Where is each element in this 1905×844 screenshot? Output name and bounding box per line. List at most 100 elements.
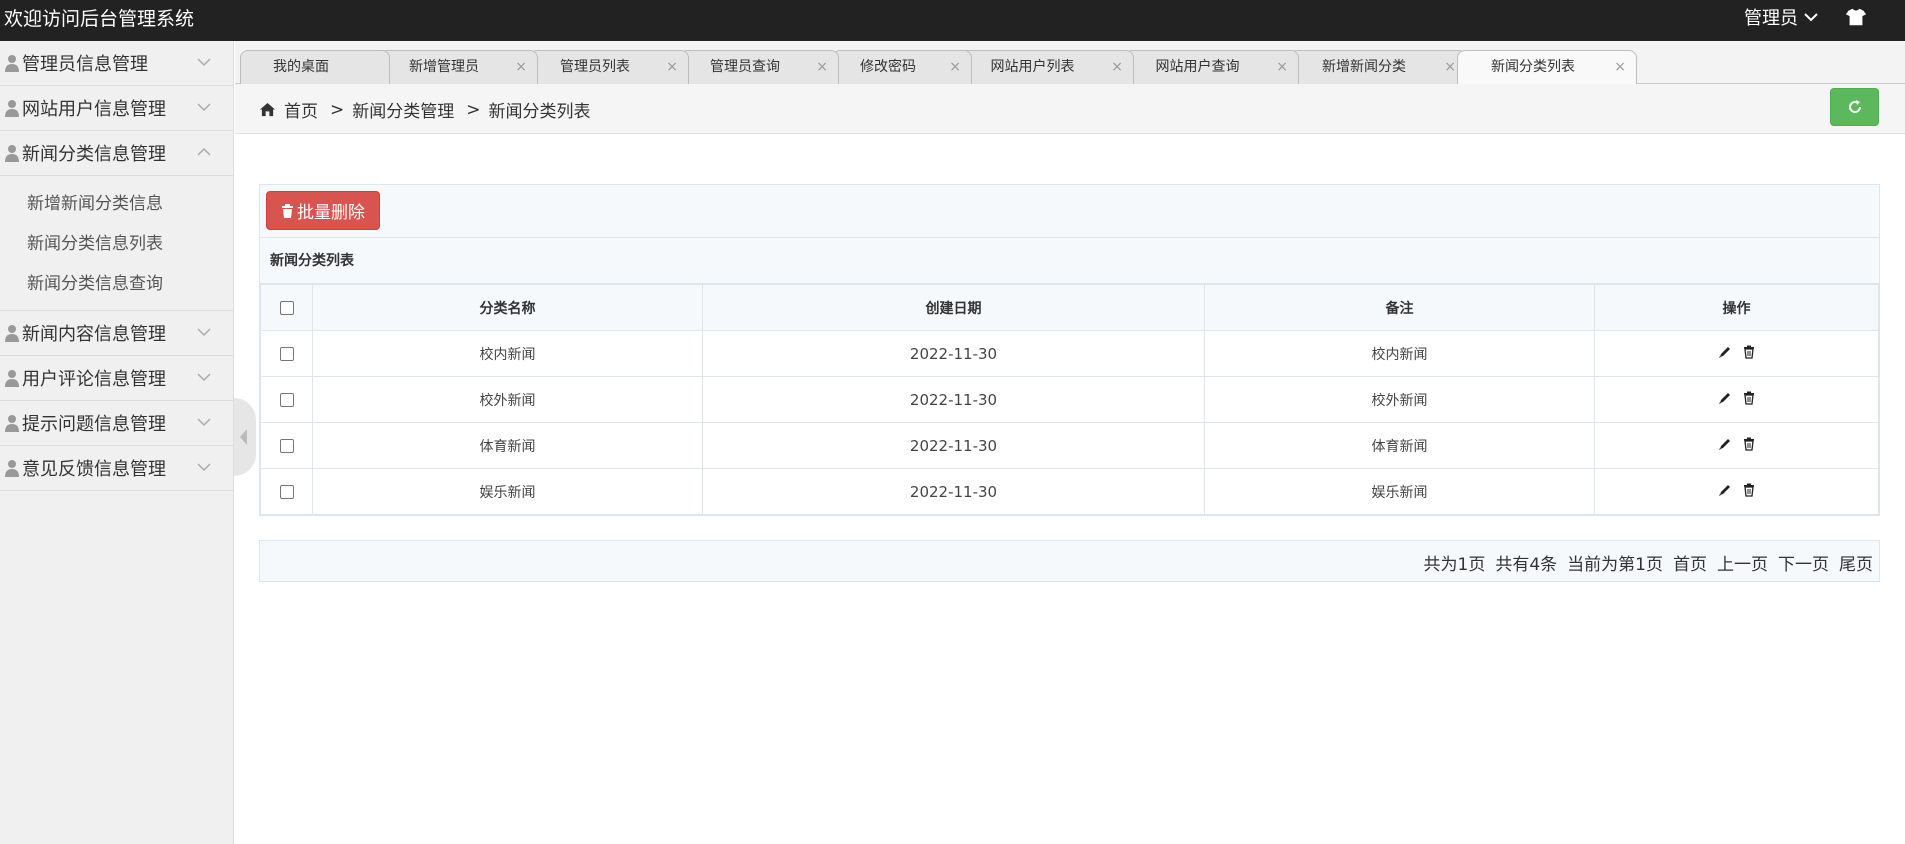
sidebar-group-label: 新闻分类信息管理	[22, 144, 166, 165]
sidebar-group-1[interactable]: 网站用户信息管理	[0, 86, 233, 131]
cell-date: 2022-11-30	[702, 468, 1205, 515]
category-list-panel: 批量删除 新闻分类列表 分类名称 创建日期 备注 操作 校内新闻 2022-11-…	[259, 184, 1880, 516]
cell-actions	[1594, 330, 1879, 377]
tab-label: 网站用户列表	[990, 59, 1075, 75]
sidebar-collapse-handle[interactable]	[234, 398, 256, 476]
breadcrumb-separator: >	[466, 99, 481, 120]
tab-label: 新闻分类列表	[1491, 59, 1575, 75]
close-icon[interactable]: ×	[666, 51, 678, 83]
cell-actions	[1594, 376, 1879, 423]
breadcrumb-row: 首页 > 新闻分类管理 > 新闻分类列表	[235, 84, 1905, 134]
sidebar-group-label: 用户评论信息管理	[22, 369, 166, 390]
close-icon[interactable]: ×	[816, 51, 828, 83]
table-row: 娱乐新闻 2022-11-30 娱乐新闻	[260, 468, 1879, 515]
shirt-icon[interactable]	[1845, 6, 1867, 28]
sidebar-group-label: 提示问题信息管理	[22, 414, 166, 435]
trash-icon[interactable]	[1742, 437, 1756, 451]
app-title: 欢迎访问后台管理系统	[4, 8, 195, 30]
table-row: 校内新闻 2022-11-30 校内新闻	[260, 330, 1879, 377]
person-icon	[5, 100, 19, 117]
close-icon[interactable]: ×	[1276, 51, 1288, 83]
sidebar-subitem-2[interactable]: 新闻分类信息查询	[0, 264, 233, 304]
category-table: 分类名称 创建日期 备注 操作 校内新闻 2022-11-30 校内新闻 校外新闻 20…	[260, 284, 1879, 515]
pager-last[interactable]: 尾页	[1839, 550, 1873, 575]
user-menu[interactable]: 管理员	[1744, 4, 1818, 30]
tab-4[interactable]: 修改密码 ×	[832, 50, 972, 84]
sidebar-group-label: 网站用户信息管理	[22, 99, 166, 120]
chevron-down-icon	[197, 463, 211, 472]
tab-0[interactable]: 我的桌面	[240, 50, 390, 84]
pager-first[interactable]: 首页	[1673, 550, 1707, 575]
top-bar: 欢迎访问后台管理系统 管理员	[0, 0, 1905, 41]
person-icon	[5, 415, 19, 432]
chevron-down-icon	[197, 328, 211, 337]
cell-name: 校外新闻	[312, 376, 703, 423]
close-icon[interactable]: ×	[1614, 51, 1626, 83]
breadcrumb-level1[interactable]: 新闻分类管理	[352, 97, 454, 122]
row-select-cell	[260, 422, 313, 469]
cell-date: 2022-11-30	[702, 422, 1205, 469]
tab-5[interactable]: 网站用户列表 ×	[959, 50, 1134, 84]
tab-label: 管理员列表	[560, 59, 630, 75]
row-checkbox[interactable]	[279, 346, 294, 361]
chevron-down-icon	[197, 58, 211, 67]
row-checkbox[interactable]	[279, 438, 294, 453]
table-row: 体育新闻 2022-11-30 体育新闻	[260, 422, 1879, 469]
close-icon[interactable]: ×	[949, 51, 961, 83]
tab-label: 网站用户查询	[1155, 59, 1240, 75]
edit-icon[interactable]	[1718, 391, 1732, 405]
tab-7[interactable]: 新增新闻分类 ×	[1289, 50, 1467, 84]
person-icon	[5, 460, 19, 477]
refresh-button[interactable]	[1830, 88, 1879, 126]
pager-total-items: 共有4条	[1495, 555, 1558, 575]
trash-icon	[282, 203, 293, 218]
breadcrumb-level2: 新闻分类列表	[488, 102, 591, 122]
trash-icon[interactable]	[1742, 483, 1756, 497]
sidebar-group-4[interactable]: 用户评论信息管理	[0, 356, 233, 401]
tab-label: 新增新闻分类	[1322, 59, 1406, 75]
sidebar-group-0[interactable]: 管理员信息管理	[0, 41, 233, 86]
row-select-cell	[260, 330, 313, 377]
batch-delete-button[interactable]: 批量删除	[266, 191, 380, 230]
tab-8[interactable]: 新闻分类列表 ×	[1457, 50, 1637, 84]
close-icon[interactable]: ×	[1444, 51, 1456, 83]
tab-label: 新增管理员	[409, 59, 479, 75]
cell-date: 2022-11-30	[702, 376, 1205, 423]
select-all-cell	[260, 284, 313, 331]
pager-total-pages: 共为1页	[1423, 555, 1486, 575]
home-icon	[260, 102, 275, 117]
table-row: 校外新闻 2022-11-30 校外新闻	[260, 376, 1879, 423]
tab-2[interactable]: 管理员列表 ×	[529, 50, 689, 84]
sidebar-subitem-0[interactable]: 新增新闻分类信息	[0, 184, 233, 224]
batch-delete-label: 批量删除	[297, 203, 365, 223]
sidebar-group-5[interactable]: 提示问题信息管理	[0, 401, 233, 446]
edit-icon[interactable]	[1718, 345, 1732, 359]
sidebar-group-3[interactable]: 新闻内容信息管理	[0, 311, 233, 356]
cell-name: 娱乐新闻	[312, 468, 703, 515]
pager-next[interactable]: 下一页	[1778, 550, 1829, 575]
tab-1[interactable]: 新增管理员 ×	[378, 50, 538, 84]
tab-3[interactable]: 管理员查询 ×	[679, 50, 839, 84]
close-icon[interactable]: ×	[515, 51, 527, 83]
column-header-date: 创建日期	[702, 284, 1205, 331]
select-all-checkbox[interactable]	[279, 300, 294, 315]
row-checkbox[interactable]	[279, 392, 294, 407]
trash-icon[interactable]	[1742, 345, 1756, 359]
sidebar-submenu: 新增新闻分类信息 新闻分类信息列表 新闻分类信息查询	[0, 176, 233, 311]
cell-actions	[1594, 422, 1879, 469]
edit-icon[interactable]	[1718, 483, 1732, 497]
edit-icon[interactable]	[1718, 437, 1732, 451]
sidebar-group-label: 新闻内容信息管理	[22, 324, 166, 345]
row-checkbox[interactable]	[279, 484, 294, 499]
sidebar-group-2[interactable]: 新闻分类信息管理	[0, 131, 233, 176]
tab-6[interactable]: 网站用户查询 ×	[1124, 50, 1299, 84]
chevron-up-icon	[197, 147, 211, 156]
chevron-down-icon	[197, 418, 211, 427]
close-icon[interactable]: ×	[1111, 51, 1123, 83]
person-icon	[5, 370, 19, 387]
pager-prev[interactable]: 上一页	[1717, 550, 1768, 575]
breadcrumb-home[interactable]: 首页	[284, 97, 318, 122]
sidebar-subitem-1[interactable]: 新闻分类信息列表	[0, 224, 233, 264]
trash-icon[interactable]	[1742, 391, 1756, 405]
sidebar-group-6[interactable]: 意见反馈信息管理	[0, 446, 233, 491]
